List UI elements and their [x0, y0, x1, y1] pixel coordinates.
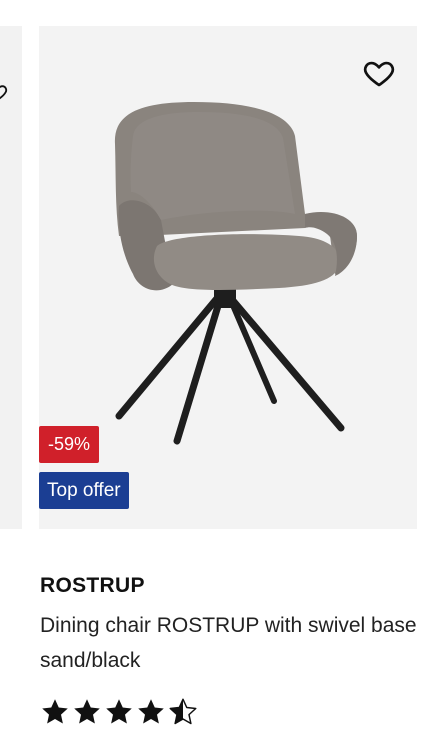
star-icon [106, 699, 132, 724]
product-card[interactable]: -59% Top offer [39, 26, 417, 529]
top-offer-badge: Top offer [39, 472, 129, 509]
product-brand[interactable]: ROSTRUP [40, 574, 145, 598]
star-icon [42, 699, 68, 724]
heart-outline-icon[interactable] [0, 82, 8, 102]
product-description[interactable]: Dining chair ROSTRUP with swivel base sa… [40, 608, 440, 678]
star-half-icon [169, 698, 197, 725]
chair-image[interactable] [99, 96, 369, 456]
product-grid: -59% Top offer ROSTRUP Dining chair ROST… [0, 0, 445, 747]
rating-stars[interactable] [40, 695, 198, 729]
wishlist-button[interactable] [361, 56, 397, 90]
heart-outline-icon [363, 61, 395, 87]
star-icon [138, 699, 164, 724]
star-icon [74, 699, 100, 724]
previous-product-card[interactable] [0, 26, 22, 529]
discount-badge: -59% [39, 426, 100, 463]
